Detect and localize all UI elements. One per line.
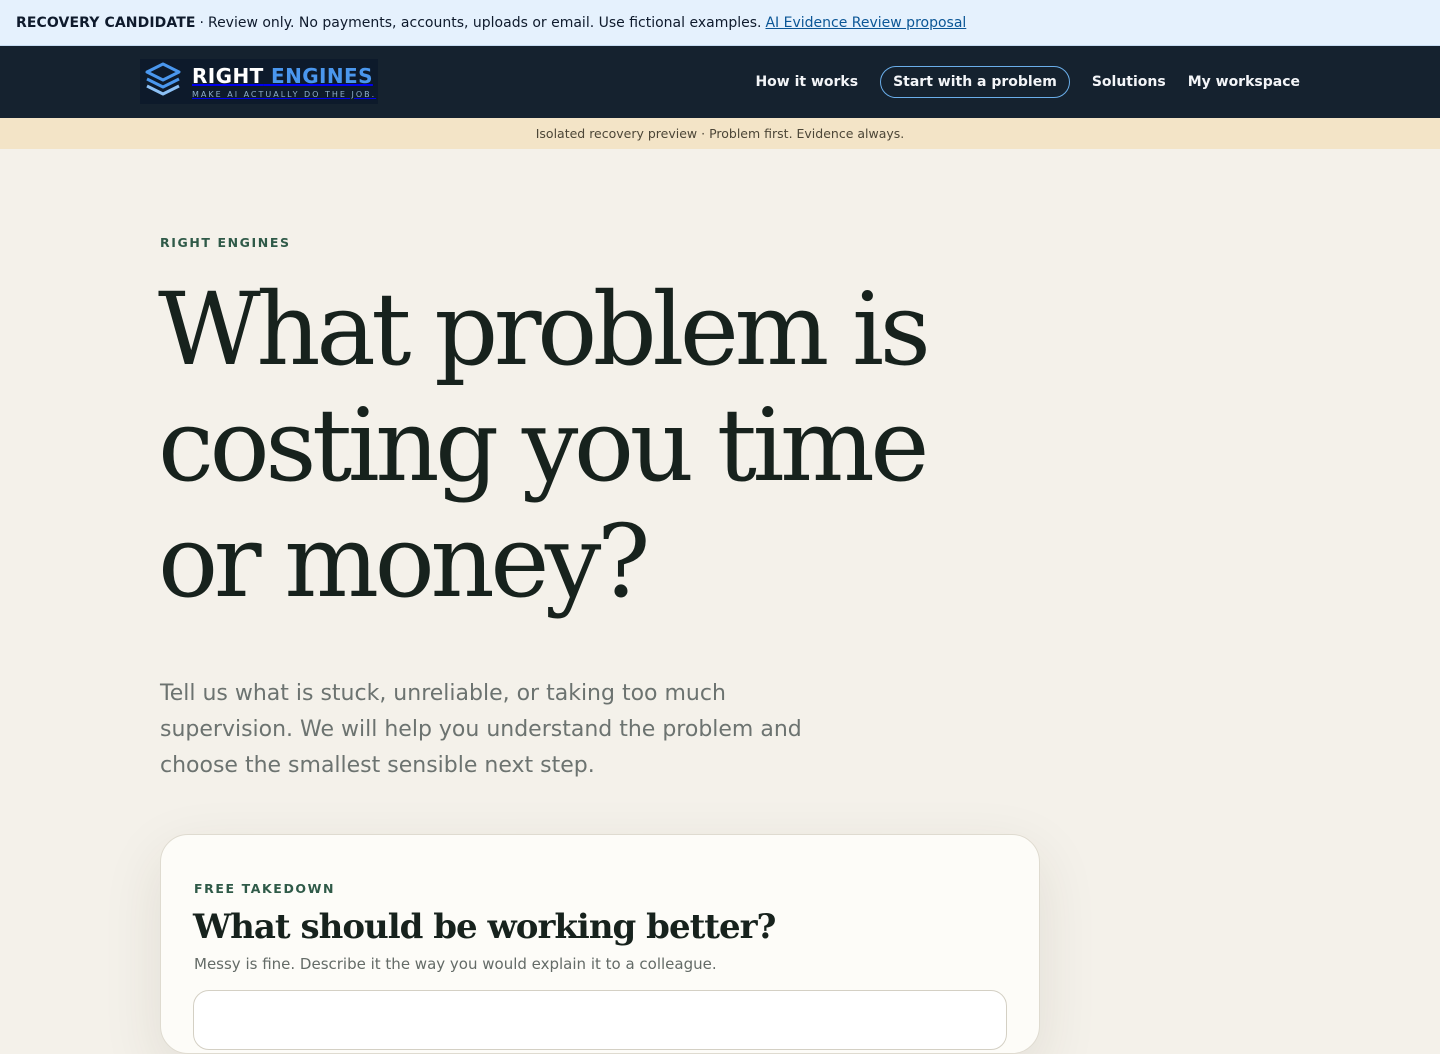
hero-title: What problem is costing you time or mone… [158, 271, 931, 620]
preview-strip: Isolated recovery preview · Problem firs… [0, 118, 1440, 149]
nav-how-it-works[interactable]: How it works [755, 74, 858, 90]
main-nav: How it works Start with a problem Soluti… [733, 66, 1300, 98]
free-takedown-card: FREE TAKEDOWN What should be working bet… [160, 834, 1040, 1054]
banner-message: Review only. No payments, accounts, uplo… [207, 14, 762, 31]
problem-description-input[interactable] [193, 990, 1007, 1050]
recovery-banner: RECOVERY CANDIDATE · Review only. No pay… [0, 0, 1440, 46]
hero-eyebrow: RIGHT ENGINES [160, 235, 291, 250]
banner-label: RECOVERY CANDIDATE [16, 14, 196, 31]
card-description: Messy is fine. Describe it the way you w… [194, 955, 717, 973]
logo-tagline: MAKE AI ACTUALLY DO THE JOB. [192, 89, 377, 99]
evidence-review-proposal-link[interactable]: AI Evidence Review proposal [765, 15, 966, 31]
hero-subtitle: Tell us what is stuck, unreliable, or ta… [160, 681, 802, 778]
nav-start-with-problem-button[interactable]: Start with a problem [880, 66, 1070, 98]
nav-solutions[interactable]: Solutions [1092, 74, 1166, 90]
card-title: What should be working better? [193, 907, 776, 947]
stacked-layers-icon [145, 62, 181, 95]
logo-title: RIGHT ENGINES [192, 63, 373, 88]
brand-logo[interactable]: RIGHT ENGINES MAKE AI ACTUALLY DO THE JO… [140, 59, 378, 104]
card-eyebrow: FREE TAKEDOWN [194, 881, 336, 896]
site-header: RIGHT ENGINES MAKE AI ACTUALLY DO THE JO… [0, 46, 1440, 118]
banner-separator: · [199, 14, 204, 31]
nav-my-workspace[interactable]: My workspace [1188, 74, 1300, 90]
